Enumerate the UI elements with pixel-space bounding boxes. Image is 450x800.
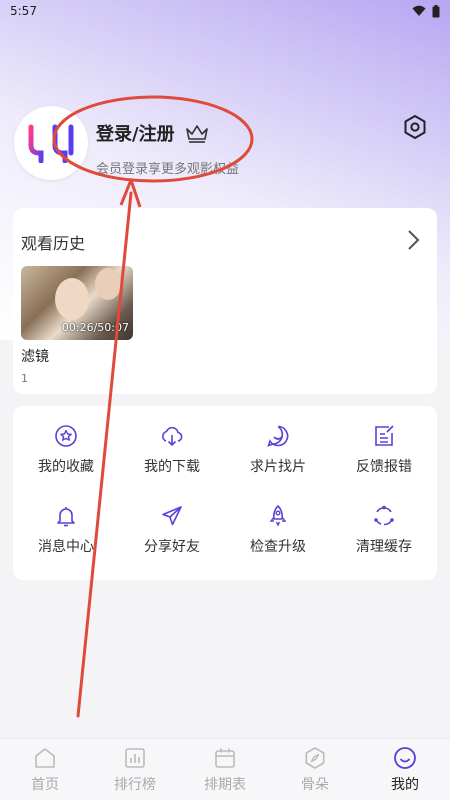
home-icon bbox=[35, 747, 55, 768]
cycle-icon bbox=[374, 505, 394, 526]
watch-history-card: 观看历史 00:26/50:07 滤镜 1 bbox=[13, 208, 437, 394]
settings-icon[interactable] bbox=[402, 114, 428, 140]
status-time: 5:57 bbox=[10, 4, 37, 18]
tab-schedule[interactable]: 排期表 bbox=[185, 746, 265, 794]
tab-guduo[interactable]: 骨朵 bbox=[275, 746, 355, 794]
downloads-button[interactable]: 我的下载 bbox=[119, 424, 225, 476]
login-title: 登录/注册 bbox=[96, 124, 175, 145]
crown-icon bbox=[185, 125, 208, 143]
login-link[interactable]: 登录/注册 bbox=[96, 120, 209, 146]
tab-mine[interactable]: 我的 bbox=[365, 746, 445, 794]
share-friends-button[interactable]: 分享好友 bbox=[119, 504, 225, 556]
request-movie-button[interactable]: 求片找片 bbox=[225, 424, 331, 476]
wifi-icon bbox=[412, 5, 426, 16]
battery-icon bbox=[432, 4, 440, 17]
history-title[interactable]: 滤镜 bbox=[21, 346, 49, 366]
tab-ranking[interactable]: 排行榜 bbox=[95, 746, 175, 794]
smile-chat-icon bbox=[267, 425, 289, 447]
app-logo-icon bbox=[28, 124, 74, 163]
smile-icon bbox=[394, 746, 416, 769]
calendar-icon bbox=[215, 748, 235, 768]
history-episode: 1 bbox=[21, 372, 28, 385]
bell-icon bbox=[57, 507, 75, 527]
message-center-button[interactable]: 消息中心 bbox=[13, 504, 119, 556]
clear-cache-button[interactable]: 清理缓存 bbox=[331, 504, 437, 556]
star-icon bbox=[55, 425, 77, 447]
edit-icon bbox=[375, 425, 394, 446]
history-progress: 00:26/50:07 bbox=[61, 321, 129, 334]
feature-grid: 我的收藏 我的下载 求片找片 反馈报错 消息中心 分享好友 检查升级 清理缓存 bbox=[13, 406, 437, 580]
watch-history-heading: 观看历史 bbox=[21, 234, 86, 253]
status-bar: 5:57 bbox=[0, 0, 450, 22]
check-update-button[interactable]: 检查升级 bbox=[225, 504, 331, 556]
profile-section: 登录/注册 会员登录享更多观影权益 bbox=[14, 104, 436, 184]
chart-icon bbox=[125, 747, 145, 768]
avatar[interactable] bbox=[14, 106, 88, 180]
feedback-button[interactable]: 反馈报错 bbox=[331, 424, 437, 476]
paper-plane-icon bbox=[162, 506, 182, 526]
chevron-right-icon[interactable] bbox=[403, 228, 423, 252]
history-thumbnail[interactable]: 00:26/50:07 bbox=[21, 266, 133, 340]
login-subtitle: 会员登录享更多观影权益 bbox=[96, 162, 240, 177]
favorites-button[interactable]: 我的收藏 bbox=[13, 424, 119, 476]
bottom-tab-bar: 首页 排行榜 排期表 骨朵 我的 bbox=[0, 738, 450, 800]
rocket-icon bbox=[269, 505, 287, 527]
compass-icon bbox=[305, 746, 325, 769]
tab-home[interactable]: 首页 bbox=[5, 746, 85, 794]
cloud-download-icon bbox=[162, 426, 183, 447]
